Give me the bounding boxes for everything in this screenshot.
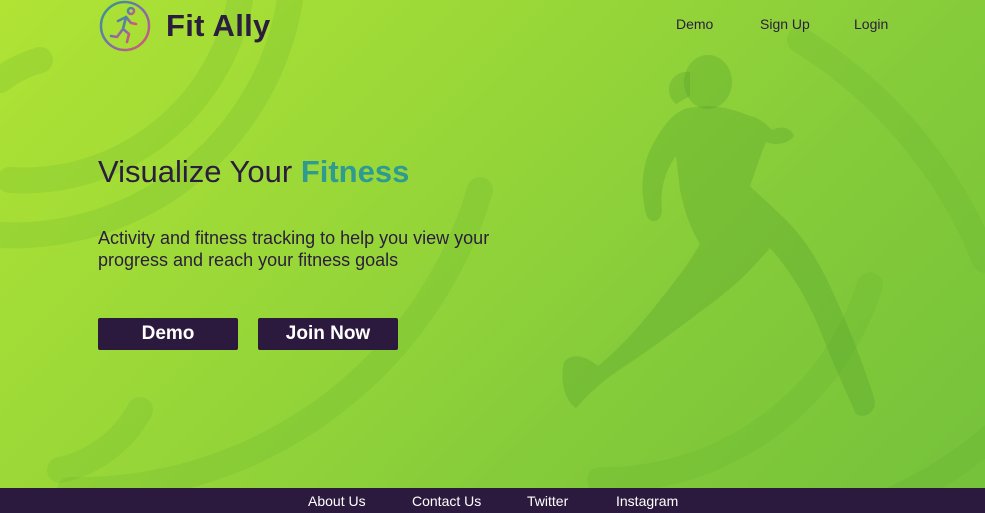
nav-login-link[interactable]: Login: [854, 16, 888, 32]
running-person-icon: [99, 0, 151, 52]
demo-button[interactable]: Demo: [98, 318, 238, 350]
brand-name: Fit Ally: [166, 8, 271, 43]
footer-instagram-link[interactable]: Instagram: [616, 493, 678, 509]
hero-subtitle: Activity and fitness tracking to help yo…: [98, 228, 490, 270]
nav-signup-link[interactable]: Sign Up: [760, 16, 810, 32]
hero-title-accent: Fitness: [300, 154, 410, 189]
landing-page: Fit Ally Demo Sign Up Login Visualize Yo…: [0, 0, 985, 513]
hero-title: Visualize Your Fitness: [98, 154, 409, 190]
footer-contact-link[interactable]: Contact Us: [412, 493, 481, 509]
runner-silhouette: [562, 55, 875, 416]
join-now-button[interactable]: Join Now: [258, 318, 398, 350]
nav-demo-link[interactable]: Demo: [676, 16, 713, 32]
footer-twitter-link[interactable]: Twitter: [527, 493, 568, 509]
footer: About Us Contact Us Twitter Instagram: [0, 488, 985, 513]
hero-title-prefix: Visualize Your: [98, 154, 301, 189]
footer-about-link[interactable]: About Us: [308, 493, 366, 509]
brand-logo[interactable]: Fit Ally: [98, 0, 271, 52]
